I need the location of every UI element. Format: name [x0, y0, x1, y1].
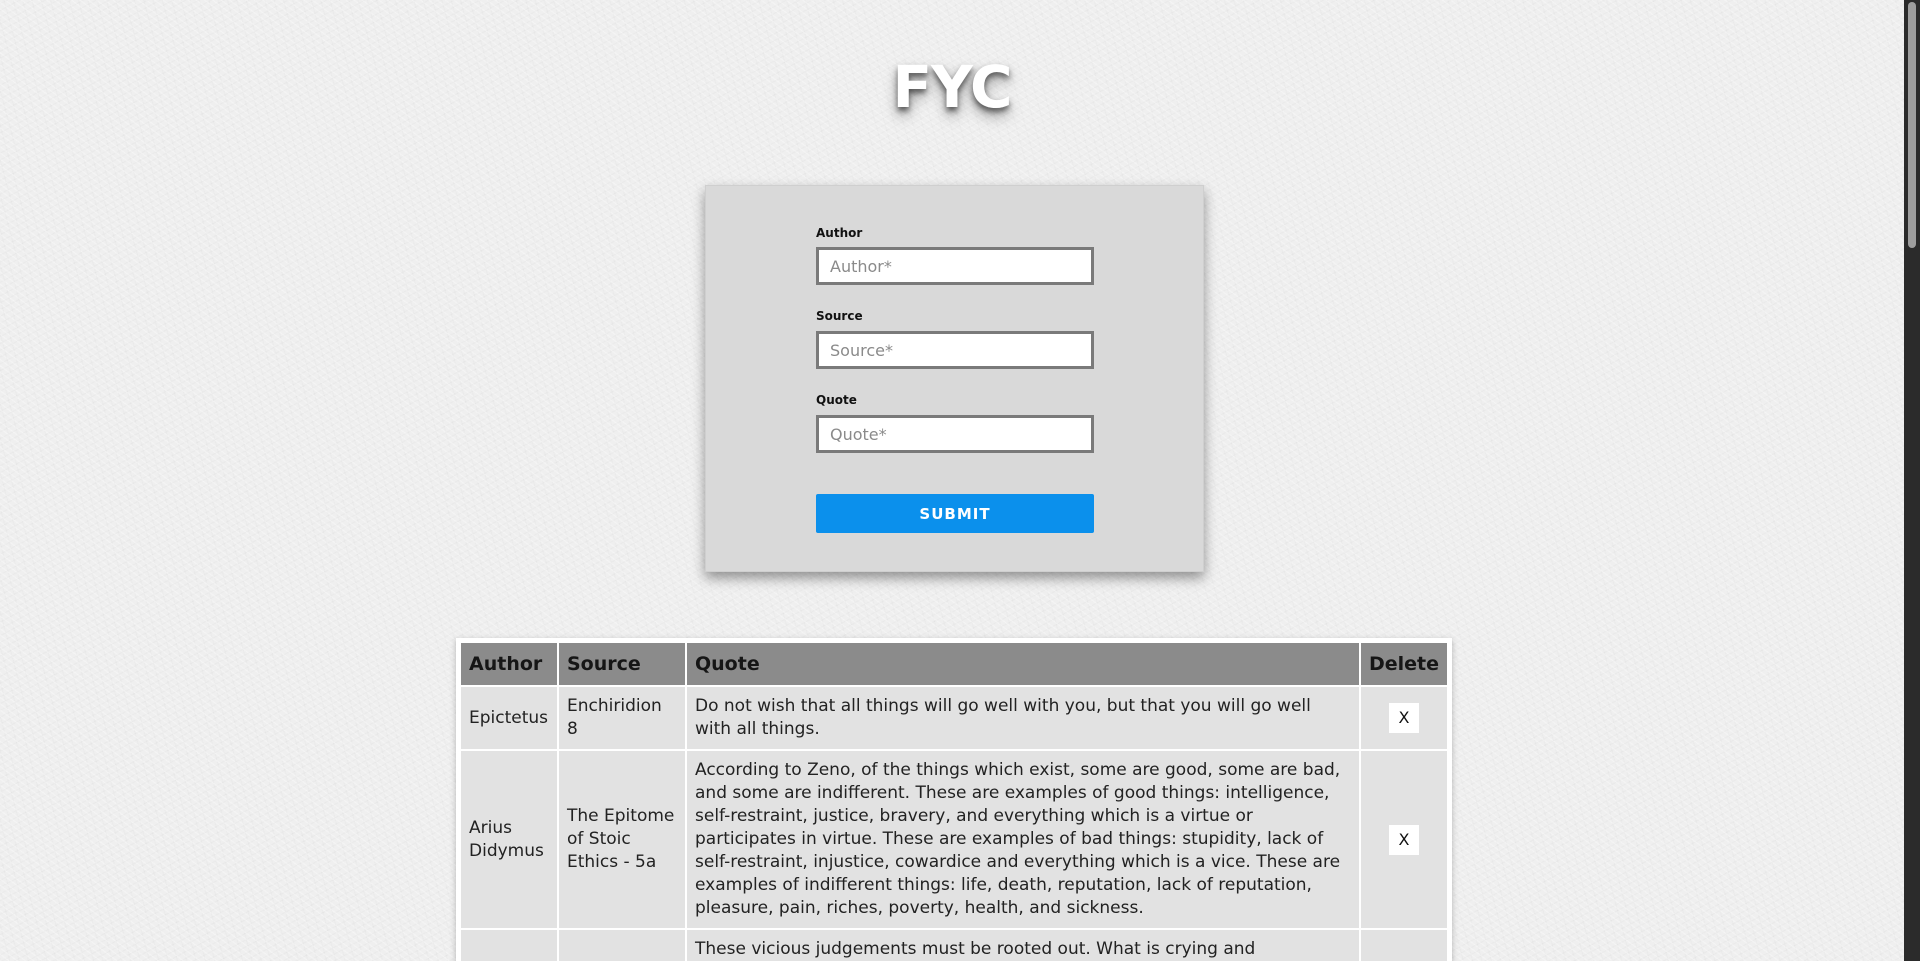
source-cell: Enchiridion 8: [559, 687, 685, 749]
delete-button[interactable]: X: [1388, 824, 1419, 855]
table-row: Arius Didymus The Epitome of Stoic Ethic…: [461, 751, 1447, 928]
submit-button[interactable]: SUBMIT: [816, 494, 1094, 533]
source-cell: The Epitome of Stoic Ethics - 5a: [559, 751, 685, 928]
page: FYC Author Source Quote SUBMIT Author So…: [0, 0, 1904, 961]
delete-cell: X: [1360, 751, 1447, 928]
table-row: These vicious judgements must be rooted …: [461, 930, 1447, 961]
author-label: Author: [816, 226, 863, 240]
author-input[interactable]: [816, 247, 1094, 285]
delete-cell: [1360, 930, 1447, 961]
source-cell: [559, 930, 685, 961]
scrollbar-thumb[interactable]: [1908, 2, 1916, 248]
add-quote-form: Author Source Quote SUBMIT: [705, 185, 1204, 572]
quotes-table-container: Author Source Quote Delete Epictetus Enc…: [456, 638, 1452, 961]
source-input[interactable]: [816, 331, 1094, 369]
column-header-quote: Quote: [687, 643, 1359, 685]
author-cell: Arius Didymus: [461, 751, 557, 928]
column-header-author: Author: [461, 643, 557, 685]
author-cell: Epictetus: [461, 687, 557, 749]
quote-cell: According to Zeno, of the things which e…: [687, 751, 1359, 928]
column-header-source: Source: [559, 643, 685, 685]
author-cell: [461, 930, 557, 961]
vertical-scrollbar[interactable]: [1904, 0, 1920, 961]
quote-input[interactable]: [816, 415, 1094, 453]
table-row: Epictetus Enchiridion 8 Do not wish that…: [461, 687, 1447, 749]
column-header-delete: Delete: [1360, 643, 1447, 685]
delete-cell: X: [1360, 687, 1447, 749]
quote-label: Quote: [816, 393, 857, 407]
table-header-row: Author Source Quote Delete: [461, 643, 1447, 685]
quotes-table: Author Source Quote Delete Epictetus Enc…: [459, 641, 1449, 961]
site-title: FYC: [892, 53, 1012, 121]
source-label: Source: [816, 309, 863, 323]
quote-cell: Do not wish that all things will go well…: [687, 687, 1359, 749]
delete-button[interactable]: X: [1388, 703, 1419, 733]
quote-cell: These vicious judgements must be rooted …: [687, 930, 1359, 961]
